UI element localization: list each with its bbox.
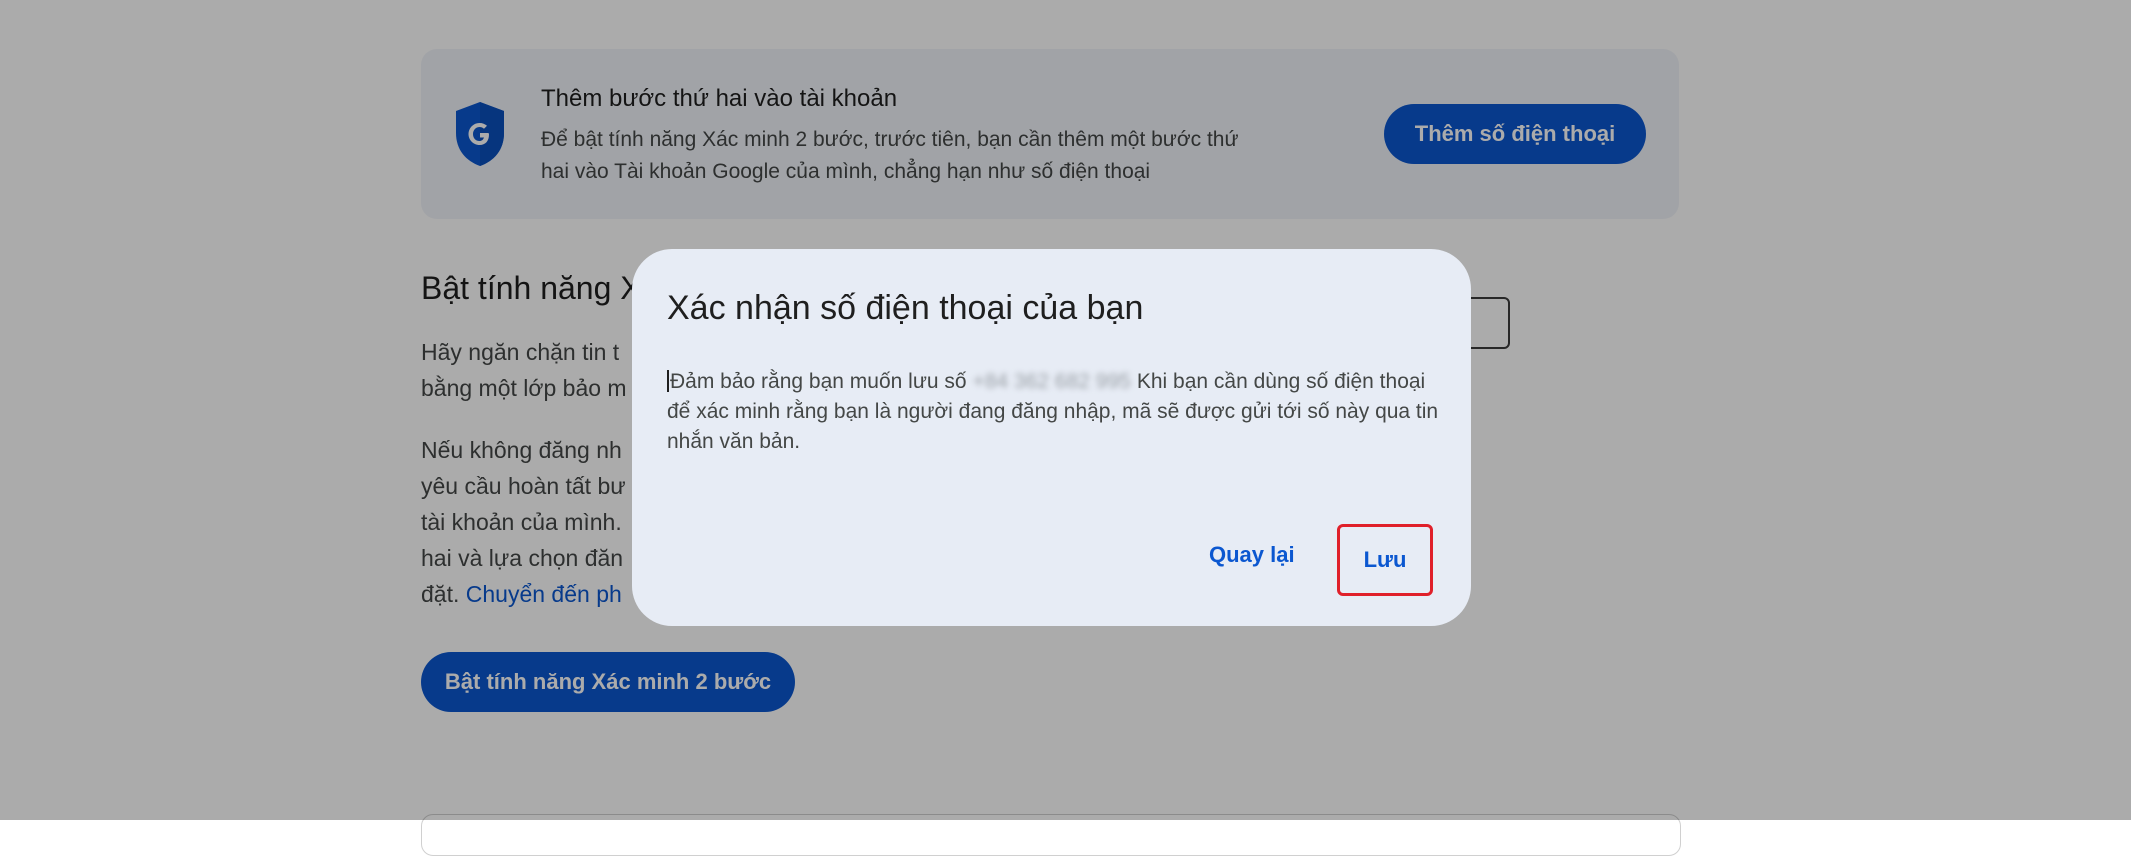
blurred-phone-number: +84 362 682 995 [972, 370, 1131, 393]
dialog-body-prefix: Đảm bảo rằng bạn muốn lưu số [670, 370, 967, 393]
bottom-card [421, 814, 1681, 856]
dialog-body: Đảm bảo rằng bạn muốn lưu số +84 362 682 … [667, 367, 1447, 457]
text-caret [667, 370, 669, 392]
confirm-phone-dialog: Xác nhận số điện thoại của bạn Đảm bảo r… [632, 249, 1471, 626]
dialog-title: Xác nhận số điện thoại của bạn [667, 289, 1144, 327]
back-button[interactable]: Quay lại [1199, 535, 1305, 575]
save-button[interactable]: Lưu [1352, 535, 1418, 585]
